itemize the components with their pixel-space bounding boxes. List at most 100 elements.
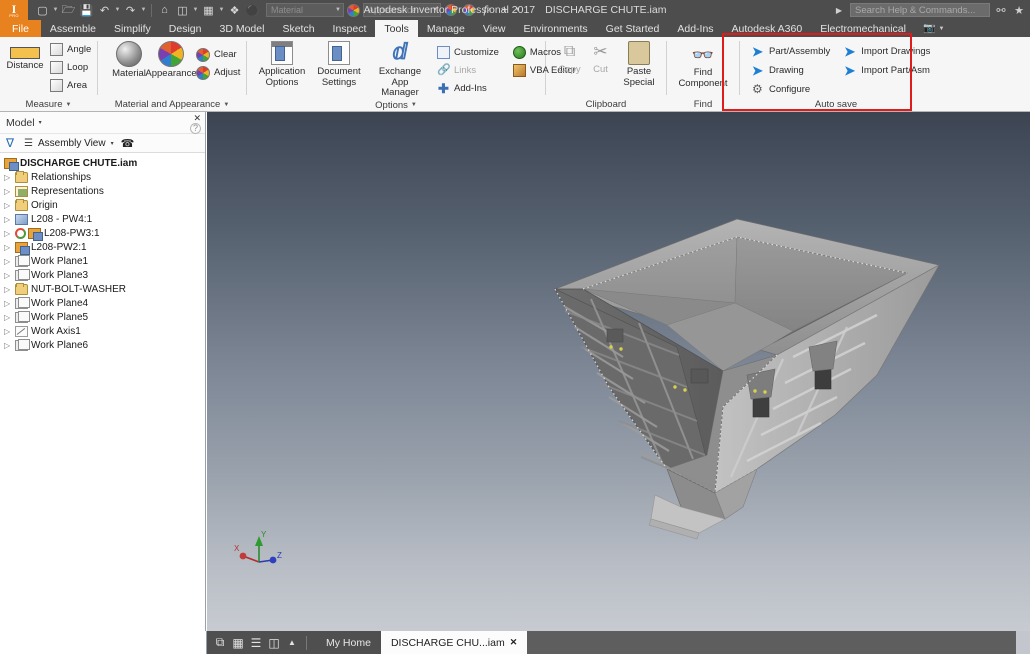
expand-icon[interactable]: ▷ bbox=[4, 187, 15, 196]
clear-appearance-button[interactable]: Clear bbox=[192, 46, 244, 63]
select-icon[interactable]: ❖ bbox=[226, 2, 243, 19]
autosave-part-assembly-button[interactable]: ➤ Part/Assembly bbox=[748, 43, 834, 60]
tile-horizontal-icon[interactable]: ☰ bbox=[248, 635, 264, 651]
tab-add-ins[interactable]: Add-Ins bbox=[668, 20, 722, 37]
measure-angle-button[interactable]: Angle bbox=[46, 41, 95, 58]
title-expand-caret-icon[interactable]: ▶ bbox=[832, 6, 846, 15]
chute-model-3d[interactable] bbox=[547, 207, 947, 547]
expand-icon[interactable]: ▷ bbox=[4, 327, 15, 336]
expand-icon[interactable]: ▷ bbox=[4, 313, 15, 322]
tree-node-l208-pw4[interactable]: ▷ L208 - PW4:1 bbox=[0, 212, 205, 226]
return-icon[interactable]: ◫ bbox=[174, 2, 191, 19]
tab-design[interactable]: Design bbox=[160, 20, 211, 37]
new-window-icon[interactable]: ⧉ bbox=[212, 635, 228, 651]
add-ins-button[interactable]: ✚ Add-Ins bbox=[433, 80, 503, 97]
adjust-appearance-button[interactable]: Adjust bbox=[192, 64, 244, 81]
expand-icon[interactable]: ▷ bbox=[4, 271, 15, 280]
tab-3d-model[interactable]: 3D Model bbox=[210, 20, 273, 37]
customize-quick-access-icon[interactable]: ▼ bbox=[514, 7, 521, 13]
tab-autodesk-a360[interactable]: Autodesk A360 bbox=[723, 20, 812, 37]
appearance-button[interactable]: Appearance bbox=[150, 40, 192, 81]
filter-icon[interactable]: ∇ bbox=[6, 138, 19, 149]
tab-assemble[interactable]: Assemble bbox=[41, 20, 105, 37]
tree-node-work-plane3[interactable]: ▷ Work Plane3 bbox=[0, 268, 205, 282]
tree-node-work-plane1[interactable]: ▷ Work Plane1 bbox=[0, 254, 205, 268]
update-icon[interactable]: ▦ bbox=[200, 2, 217, 19]
new-document-icon[interactable]: ▢ bbox=[34, 2, 51, 19]
update-caret-icon[interactable]: ▼ bbox=[218, 7, 225, 13]
tab-inspect[interactable]: Inspect bbox=[324, 20, 376, 37]
tree-node-nut-bolt-washer[interactable]: ▷ NUT-BOLT-WASHER bbox=[0, 282, 205, 296]
save-document-icon[interactable]: 💾 bbox=[78, 2, 95, 19]
graphics-viewport[interactable]: X Y Z bbox=[207, 112, 1030, 631]
panel-options-title[interactable]: Options ▼ bbox=[247, 100, 545, 112]
redo-icon[interactable]: ↷ bbox=[122, 2, 139, 19]
expand-icon[interactable]: ▷ bbox=[4, 257, 15, 266]
tree-node-work-axis1[interactable]: ▷ Work Axis1 bbox=[0, 324, 205, 338]
panel-measure-title[interactable]: Measure ▼ bbox=[0, 98, 97, 111]
tree-node-work-plane4[interactable]: ▷ Work Plane4 bbox=[0, 296, 205, 310]
autosave-import-drawings-button[interactable]: ➤ Import Drawings bbox=[840, 43, 934, 60]
tree-node-representations[interactable]: ▷ Representations bbox=[0, 184, 205, 198]
favorites-star-icon[interactable]: ★ bbox=[1012, 4, 1026, 17]
coordinate-axis-triad[interactable]: X Y Z bbox=[229, 528, 289, 576]
measure-loop-button[interactable]: Loop bbox=[46, 59, 95, 76]
material-dropdown[interactable]: Material ▼ bbox=[266, 3, 344, 17]
tab-file[interactable]: File bbox=[0, 20, 41, 37]
expand-icon[interactable]: ▷ bbox=[4, 201, 15, 210]
open-document-icon[interactable]: 🗁 bbox=[60, 2, 77, 19]
search-input[interactable]: Search Help & Commands... bbox=[850, 3, 990, 17]
home-icon[interactable]: ⌂ bbox=[156, 2, 173, 19]
expand-icon[interactable]: ▷ bbox=[4, 341, 15, 350]
chevron-down-icon[interactable]: ▾ bbox=[111, 140, 114, 147]
autosave-configure-button[interactable]: ⚙ Configure bbox=[748, 81, 834, 98]
tile-all-icon[interactable]: ▦ bbox=[230, 635, 246, 651]
tab-view[interactable]: View bbox=[474, 20, 515, 37]
tab-simplify[interactable]: Simplify bbox=[105, 20, 160, 37]
customize-button[interactable]: Customize bbox=[433, 44, 503, 61]
tree-node-origin[interactable]: ▷ Origin bbox=[0, 198, 205, 212]
tab-tools[interactable]: Tools bbox=[375, 20, 418, 37]
assembly-view-label[interactable]: Assembly View bbox=[38, 138, 106, 149]
tab-sketch[interactable]: Sketch bbox=[273, 20, 323, 37]
expand-icon[interactable]: ▷ bbox=[4, 299, 15, 308]
tree-node-l208-pw2[interactable]: ▷ L208-PW2:1 bbox=[0, 240, 205, 254]
tab-my-home[interactable]: My Home bbox=[316, 631, 381, 654]
tab-environments[interactable]: Environments bbox=[514, 20, 596, 37]
redo-caret-icon[interactable]: ▼ bbox=[140, 7, 147, 13]
help-icon[interactable]: ? bbox=[190, 123, 201, 134]
material-button[interactable]: Material bbox=[108, 40, 150, 81]
inventor-logo-icon[interactable]: I PRO bbox=[0, 0, 28, 20]
ribbon-camera-menu[interactable]: 📷 ▼ bbox=[915, 20, 952, 37]
expand-icon[interactable]: ▲ bbox=[284, 635, 300, 651]
find-in-browser-icon[interactable]: ☎ bbox=[121, 137, 135, 150]
autosave-drawing-button[interactable]: ➤ Drawing bbox=[748, 62, 834, 79]
tab-manage[interactable]: Manage bbox=[418, 20, 474, 37]
appearance-pick-icon[interactable] bbox=[442, 2, 459, 19]
appearance-dropdown[interactable]: Appearance ▼ bbox=[363, 3, 441, 17]
undo-caret-icon[interactable]: ▼ bbox=[114, 7, 121, 13]
measure-distance-button[interactable]: Distance bbox=[4, 40, 46, 73]
expand-icon[interactable]: ▷ bbox=[4, 243, 15, 252]
find-component-button[interactable]: 👓 Find Component bbox=[672, 43, 734, 90]
parameters-icon[interactable]: ƒx bbox=[478, 2, 495, 19]
clear-appearance-icon[interactable] bbox=[460, 2, 477, 19]
expand-icon[interactable]: ▷ bbox=[4, 173, 15, 182]
tree-node-work-plane5[interactable]: ▷ Work Plane5 bbox=[0, 310, 205, 324]
autosave-import-part-asm-button[interactable]: ➤ Import Part/Asm bbox=[840, 62, 934, 79]
tab-discharge-chute[interactable]: DISCHARGE CHU...iam ✕ bbox=[381, 631, 527, 654]
tree-node-relationships[interactable]: ▷ Relationships bbox=[0, 170, 205, 184]
expand-icon[interactable]: ▷ bbox=[4, 285, 15, 294]
appearance-wheel-icon[interactable] bbox=[345, 2, 362, 19]
document-settings-button[interactable]: Document Settings bbox=[311, 40, 367, 89]
tab-electromechanical[interactable]: Electromechanical bbox=[811, 20, 915, 37]
tree-node-work-plane6[interactable]: ▷ Work Plane6 bbox=[0, 338, 205, 352]
sign-in-icon[interactable]: ⚯ bbox=[994, 4, 1008, 17]
paste-special-button[interactable]: Paste Special bbox=[616, 40, 662, 89]
tab-get-started[interactable]: Get Started bbox=[597, 20, 669, 37]
tree-root-node[interactable]: DISCHARGE CHUTE.iam bbox=[0, 156, 205, 170]
new-document-caret-icon[interactable]: ▼ bbox=[52, 7, 59, 13]
undo-icon[interactable]: ↶ bbox=[96, 2, 113, 19]
add-to-quick-access-icon[interactable]: + bbox=[496, 2, 513, 19]
application-options-button[interactable]: Application Options bbox=[253, 40, 311, 89]
